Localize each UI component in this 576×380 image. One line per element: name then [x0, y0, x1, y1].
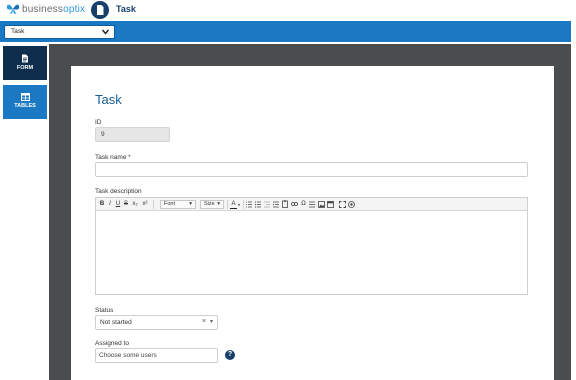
superscript-button[interactable]: x²: [141, 200, 149, 209]
image-icon[interactable]: [318, 201, 325, 208]
link-icon[interactable]: [291, 201, 298, 207]
toolbar-divider: [227, 200, 228, 209]
task-name-input[interactable]: [95, 162, 528, 177]
id-value: 9: [101, 131, 105, 138]
size-dropdown-label: Size: [204, 201, 215, 207]
document-icon: [22, 54, 28, 63]
outdent-icon[interactable]: [264, 201, 270, 208]
sidebar-item-label: TABLES: [14, 103, 36, 109]
status-value: Not started: [100, 319, 132, 326]
form-toolbar: Task: [0, 21, 571, 42]
butterfly-logo-icon: [6, 4, 20, 14]
id-label: ID: [95, 119, 102, 126]
assigned-to-label: Assigned to: [95, 340, 129, 347]
indent-icon[interactable]: [273, 201, 279, 208]
sidebar-item-form[interactable]: FORM: [3, 46, 47, 80]
clear-icon[interactable]: ×: [202, 318, 206, 325]
top-header: businessoptix Task: [0, 0, 576, 20]
table-insert-icon[interactable]: [327, 201, 334, 208]
task-name-label: Task name *: [95, 154, 131, 161]
status-select[interactable]: Not started × ▼: [95, 315, 218, 330]
status-label: Status: [95, 307, 114, 314]
help-icon[interactable]: ?: [225, 350, 235, 360]
form-title: Task: [95, 92, 122, 107]
task-description-editor[interactable]: B I U S x₂ x² Font ▾ Size ▾ A ▾ Ω: [95, 197, 528, 295]
chevron-down-icon: ▾: [189, 201, 192, 207]
task-description-label: Task description: [95, 188, 142, 195]
form-selector-value: Task: [11, 28, 25, 35]
assigned-to-placeholder: Choose some users: [99, 352, 157, 359]
toolbar-divider: [243, 200, 244, 209]
special-character-icon[interactable]: Ω: [300, 200, 307, 209]
sidebar-item-label: FORM: [16, 65, 34, 71]
font-dropdown-label: Font: [164, 201, 176, 207]
table-icon: [20, 93, 30, 101]
brand-logo[interactable]: businessoptix: [6, 3, 85, 15]
toolbar-divider: [153, 200, 154, 209]
chevron-down-icon: [102, 29, 109, 35]
assigned-to-input[interactable]: Choose some users: [95, 348, 218, 363]
subscript-button[interactable]: x₂: [131, 200, 139, 209]
brand-name-suffix: optix: [63, 3, 86, 15]
document-glyph-icon: [97, 5, 104, 15]
bullet-list-icon[interactable]: [255, 201, 261, 208]
id-field: 9: [95, 127, 170, 142]
page-header-title: Task: [116, 4, 136, 14]
chevron-down-icon: ▾: [217, 201, 220, 207]
brand-name: businessoptix: [22, 4, 85, 15]
brand-name-prefix: business: [22, 3, 64, 15]
strikethrough-button[interactable]: S: [123, 200, 129, 209]
numbered-list-icon[interactable]: [246, 201, 252, 208]
underline-button[interactable]: U: [115, 200, 121, 209]
form-selector-dropdown[interactable]: Task: [4, 25, 115, 39]
bold-button[interactable]: B: [99, 200, 105, 209]
chevron-down-icon[interactable]: ▾: [237, 200, 241, 209]
sidebar: FORM TABLES: [0, 44, 49, 380]
font-dropdown[interactable]: Font ▾: [160, 200, 196, 209]
chevron-down-icon: ▼: [209, 319, 214, 325]
sidebar-item-tables[interactable]: TABLES: [3, 85, 47, 119]
italic-button[interactable]: I: [107, 200, 113, 209]
text-color-button[interactable]: A: [230, 200, 237, 209]
maximize-icon[interactable]: [339, 201, 346, 208]
paste-icon[interactable]: [282, 200, 289, 208]
size-dropdown[interactable]: Size ▾: [200, 200, 224, 209]
document-icon: [91, 1, 109, 19]
page-edge: [571, 0, 576, 380]
horizontal-rule-icon[interactable]: [309, 201, 315, 208]
editor-toolbar: B I U S x₂ x² Font ▾ Size ▾ A ▾ Ω: [96, 198, 527, 211]
form-card: Task ID 9 Task name * Task description B…: [71, 66, 554, 380]
preview-icon[interactable]: [348, 201, 355, 208]
